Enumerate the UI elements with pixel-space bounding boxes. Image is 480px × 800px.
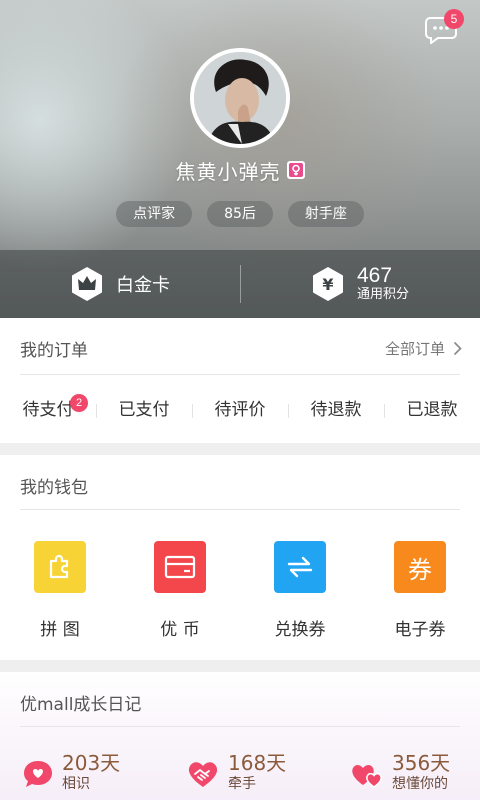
profile-header: 5 焦黄小弹壳 点评家 85后 射手座 白金卡 ¥ 467 通用积分 — [0, 0, 480, 318]
exchange-icon — [274, 541, 326, 593]
orders-divider — [20, 374, 460, 375]
tab-refunded-label: 已退款 — [406, 400, 458, 420]
tab-pending-payment-label: 待支付 — [22, 400, 74, 420]
order-status-tabs: 待支付 2 已支付 待评价 待退款 已退款 — [0, 390, 480, 430]
chevron-right-icon — [453, 341, 462, 356]
crown-hexagon-icon — [72, 267, 102, 301]
points-button[interactable]: ¥ 467 通用积分 — [240, 250, 480, 318]
message-count-badge: 5 — [444, 9, 464, 29]
tab-paid[interactable]: 已支付 — [96, 390, 192, 430]
wallet-section: 我的钱包 拼 图 优 币 兑换券 券 电子券 — [0, 455, 480, 660]
points-value: 467 — [356, 264, 393, 287]
chat-heart-icon — [24, 761, 52, 787]
stat-acquainted-label: 相识 — [62, 776, 90, 792]
stat-hand-in-hand-label: 牵手 — [228, 776, 256, 792]
wallet-item-puzzle[interactable]: 拼 图 — [0, 541, 120, 641]
diary-divider — [20, 726, 460, 727]
growth-diary-section: 优mall成长日记 203天 相识 168天 牵手 356天 想懂你的 — [0, 672, 480, 800]
orders-section: 我的订单 全部订单 待支付 2 已支付 待评价 待退款 已退款 — [0, 318, 480, 443]
stat-understand-you-label: 想懂你的 — [392, 776, 448, 792]
membership-divider — [240, 265, 241, 303]
diary-stats: 203天 相识 168天 牵手 356天 想懂你的 — [0, 751, 480, 799]
membership-card-label: 白金卡 — [116, 275, 170, 296]
yuan-hexagon-icon: ¥ — [312, 267, 343, 301]
stat-hand-in-hand-text: 168天 牵手 — [228, 751, 286, 793]
avatar-portrait — [194, 52, 286, 144]
wallet-item-ecoupon-label: 电子券 — [394, 620, 446, 640]
tag-generation: 85后 — [207, 201, 273, 227]
tab-pending-review-label: 待评价 — [214, 400, 266, 420]
wallet-item-exchange-label: 兑换券 — [274, 620, 326, 640]
points-label: 通用积分 — [356, 287, 409, 302]
all-orders-link[interactable]: 全部订单 — [385, 338, 462, 359]
svg-text:¥: ¥ — [322, 275, 333, 294]
username: 焦黄小弹壳 — [175, 159, 281, 184]
membership-card-button[interactable]: 白金卡 — [0, 250, 240, 318]
wallet-item-exchange[interactable]: 兑换券 — [240, 541, 360, 641]
membership-bar: 白金卡 ¥ 467 通用积分 — [0, 250, 480, 318]
avatar[interactable] — [190, 48, 290, 148]
wallet-item-puzzle-label: 拼 图 — [40, 620, 80, 640]
orders-title: 我的订单 — [20, 341, 88, 361]
stat-acquainted-value: 203天 — [62, 751, 121, 775]
wallet-item-ecoupon[interactable]: 券 电子券 — [360, 541, 480, 641]
wallet-item-coin[interactable]: 优 币 — [120, 541, 240, 641]
tab-paid-label: 已支付 — [118, 400, 170, 420]
stat-hand-in-hand[interactable]: 168天 牵手 — [160, 751, 320, 799]
coupon-icon: 券 — [394, 541, 446, 593]
tab-pending-review[interactable]: 待评价 — [192, 390, 288, 430]
stat-acquainted-text: 203天 相识 — [62, 751, 120, 793]
pending-payment-badge: 2 — [70, 394, 88, 412]
double-heart-icon — [352, 765, 382, 788]
points-info: 467 通用积分 — [357, 265, 409, 303]
stat-hand-in-hand-value: 168天 — [228, 751, 287, 775]
tab-refunded[interactable]: 已退款 — [384, 390, 480, 430]
tab-pending-refund[interactable]: 待退款 — [288, 390, 384, 430]
coupon-glyph: 券 — [408, 555, 432, 584]
puzzle-icon — [34, 541, 86, 593]
tab-pending-refund-label: 待退款 — [310, 400, 362, 420]
tag-zodiac: 射手座 — [287, 201, 364, 227]
stat-acquainted[interactable]: 203天 相识 — [0, 751, 160, 799]
profile-tags: 点评家 85后 射手座 — [0, 201, 480, 227]
wallet-item-coin-label: 优 币 — [160, 620, 200, 640]
all-orders-label: 全部订单 — [384, 340, 445, 358]
tab-pending-payment[interactable]: 待支付 2 — [0, 390, 96, 430]
wallet-title: 我的钱包 — [20, 478, 88, 498]
wallet-divider — [20, 509, 460, 510]
female-icon — [286, 161, 305, 179]
card-icon — [154, 541, 206, 593]
handshake-heart-icon — [188, 762, 218, 787]
stat-understand-you-value: 356天 — [392, 751, 451, 775]
tag-reviewer: 点评家 — [116, 201, 193, 227]
diary-title: 优mall成长日记 — [20, 695, 142, 715]
username-row: 焦黄小弹壳 — [0, 156, 480, 184]
stat-understand-you-text: 356天 想懂你的 — [392, 751, 450, 793]
wallet-grid: 拼 图 优 币 兑换券 券 电子券 — [0, 541, 480, 641]
stat-understand-you[interactable]: 356天 想懂你的 — [320, 751, 480, 799]
